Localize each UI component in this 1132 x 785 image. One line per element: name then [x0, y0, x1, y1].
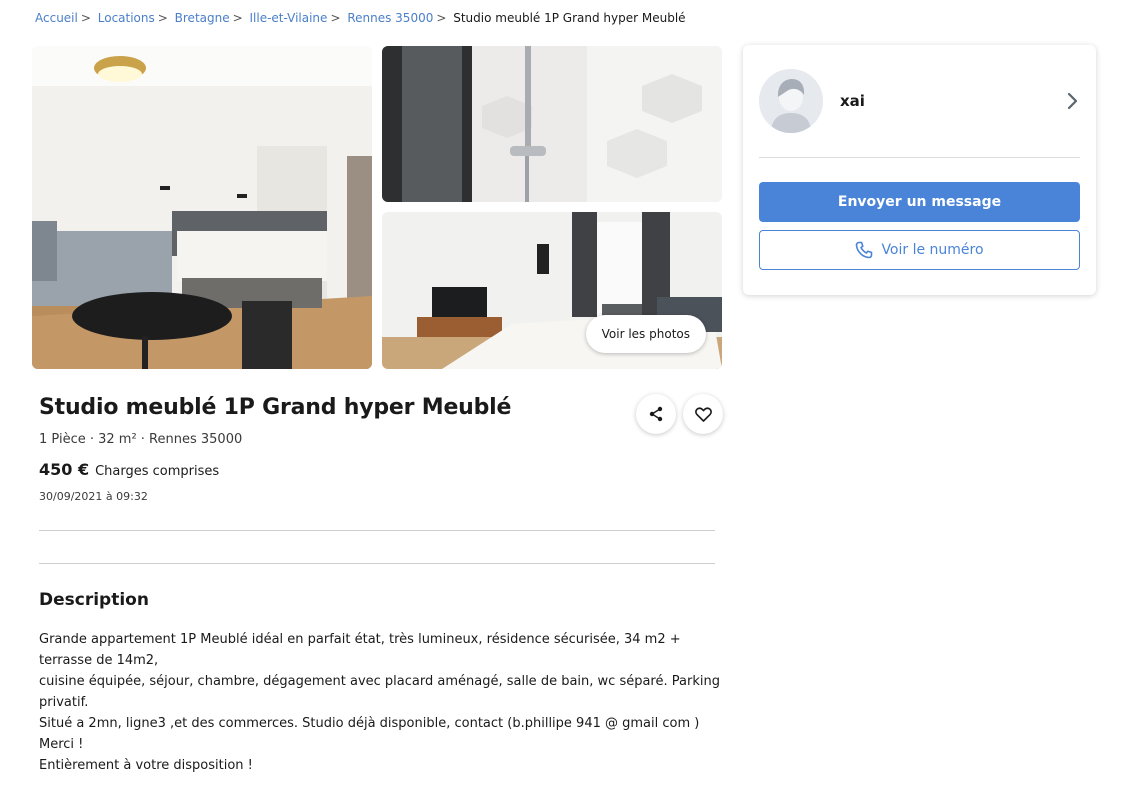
description-text: Grande appartement 1P Meublé idéal en pa… [39, 629, 729, 776]
main-photo-living-room[interactable] [32, 46, 372, 369]
breadcrumb-separator: > [436, 11, 447, 25]
breadcrumb-separator: > [80, 11, 91, 25]
phone-icon [856, 241, 873, 259]
seller-card: xai Envoyer un message Voir le numéro [743, 45, 1096, 295]
price-note: Charges comprises [95, 464, 220, 479]
description-line: Grande appartement 1P Meublé idéal en pa… [39, 632, 681, 647]
heart-icon [694, 407, 712, 422]
breadcrumb-separator: > [157, 11, 168, 25]
description-line: Entièrement à votre disposition ! [39, 758, 253, 773]
breadcrumb-separator: > [232, 11, 243, 25]
photo-bedroom[interactable]: Voir les photos [382, 212, 722, 369]
user-avatar-icon [759, 69, 823, 133]
breadcrumb-link-rennes[interactable]: Rennes 35000 [347, 11, 433, 25]
divider [39, 563, 715, 564]
breadcrumb: Accueil > Locations > Bretagne > Ille-et-Vi… [35, 11, 686, 25]
description-heading: Description [39, 590, 149, 610]
description-line: terrasse de 14m2, [39, 653, 159, 668]
seller-name: xai [840, 92, 865, 110]
seller-profile-link[interactable]: xai [759, 69, 1080, 135]
see-photos-button[interactable]: Voir les photos [585, 315, 706, 353]
description-line: Situé a 2mn, ligne3 ,et des commerces. S… [39, 716, 700, 731]
favorite-button[interactable] [683, 394, 723, 434]
send-message-button[interactable]: Envoyer un message [759, 182, 1080, 222]
photo-shower[interactable] [382, 46, 722, 202]
breadcrumb-current: Studio meublé 1P Grand hyper Meublé [453, 11, 686, 25]
divider [759, 157, 1080, 158]
breadcrumb-link-bretagne[interactable]: Bretagne [175, 11, 230, 25]
description-line: cuisine équipée, séjour, chambre, dégage… [39, 674, 720, 689]
photo-gallery: Voir les photos [32, 46, 722, 369]
description-line: privatif. [39, 695, 89, 710]
ad-attributes: 1 Pièce · 32 m² · Rennes 35000 [39, 432, 243, 447]
price-row: 450 € Charges comprises [39, 460, 219, 479]
price: 450 € [39, 460, 90, 479]
show-phone-button[interactable]: Voir le numéro [759, 230, 1080, 270]
description-line: Merci ! [39, 737, 84, 752]
breadcrumb-separator: > [330, 11, 341, 25]
breadcrumb-link-ille-et-vilaine[interactable]: Ille-et-Vilaine [250, 11, 328, 25]
publication-date: 30/09/2021 à 09:32 [39, 490, 148, 503]
ad-title: Studio meublé 1P Grand hyper Meublé [39, 395, 512, 420]
breadcrumb-link-locations[interactable]: Locations [98, 11, 155, 25]
share-icon [649, 406, 663, 422]
show-phone-label: Voir le numéro [881, 242, 984, 258]
share-button[interactable] [636, 394, 676, 434]
breadcrumb-link-accueil[interactable]: Accueil [35, 11, 78, 25]
divider [39, 530, 715, 531]
chevron-right-icon [1067, 92, 1078, 110]
avatar [759, 69, 823, 133]
